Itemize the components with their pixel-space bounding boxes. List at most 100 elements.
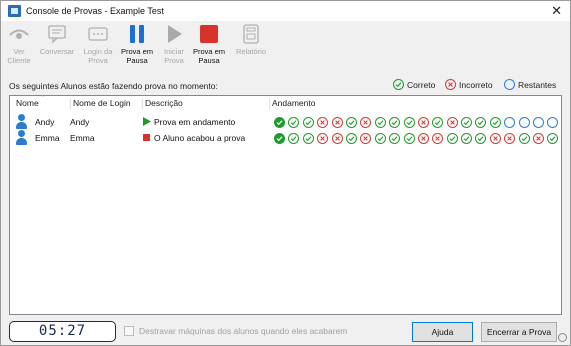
stop-exam-button[interactable]: Prova em Pausa bbox=[191, 23, 227, 65]
answer-correct-icon bbox=[345, 117, 357, 128]
answer-remaining-icon bbox=[504, 117, 516, 128]
answer-correct-icon bbox=[389, 133, 401, 144]
student-login: Emma bbox=[70, 133, 95, 143]
answer-incorrect-icon bbox=[417, 133, 429, 144]
student-login: Andy bbox=[70, 117, 90, 127]
legend-incorrect: Incorreto bbox=[445, 79, 493, 90]
column-divider[interactable] bbox=[70, 98, 71, 110]
student-name: Andy bbox=[35, 117, 55, 127]
answer-correct-icon bbox=[288, 133, 300, 144]
column-header-description[interactable]: Descrição bbox=[145, 98, 183, 108]
resize-grip-icon[interactable] bbox=[558, 333, 567, 342]
description-text: O Aluno acabou a prova bbox=[154, 133, 246, 143]
chat-button[interactable]: Conversar bbox=[37, 23, 77, 56]
column-header-login[interactable]: Nome de Login bbox=[73, 98, 131, 108]
stop-icon bbox=[191, 23, 227, 45]
table-row[interactable]: Emma Emma O Aluno acabou a prova bbox=[10, 130, 561, 147]
view-client-button[interactable]: Ver Cliente bbox=[1, 23, 37, 65]
answer-correct-icon bbox=[518, 133, 530, 144]
answer-current-icon bbox=[274, 117, 285, 128]
unlock-machines-option[interactable]: Destravar máquinas dos alunos quando ele… bbox=[124, 326, 347, 336]
answer-remaining-icon bbox=[518, 117, 530, 128]
answer-correct-icon bbox=[432, 117, 444, 128]
app-icon bbox=[8, 5, 21, 17]
answer-incorrect-icon bbox=[417, 117, 429, 128]
legend-correct-label: Correto bbox=[407, 79, 436, 90]
close-icon[interactable]: ✕ bbox=[551, 3, 562, 19]
answer-incorrect-icon bbox=[489, 133, 501, 144]
answer-correct-icon bbox=[345, 133, 357, 144]
column-header-progress[interactable]: Andamento bbox=[272, 98, 315, 108]
exam-console-window: Console de Provas - Example Test ✕ Ver C… bbox=[0, 0, 571, 346]
exam-login-button[interactable]: Login da Prova bbox=[80, 23, 116, 65]
answer-correct-icon bbox=[374, 133, 386, 144]
login-icon bbox=[80, 23, 116, 45]
window-title: Console de Provas - Example Test bbox=[26, 6, 164, 16]
end-exam-button[interactable]: Encerrar a Prova bbox=[481, 322, 557, 342]
answer-correct-icon bbox=[302, 117, 314, 128]
answer-correct-icon bbox=[389, 117, 401, 128]
start-exam-button[interactable]: Iniciar Prova bbox=[156, 23, 192, 65]
answer-correct-icon bbox=[403, 133, 415, 144]
play-status-icon bbox=[143, 117, 151, 126]
pause-exam-label: Prova em Pausa bbox=[120, 47, 154, 65]
answer-remaining-icon bbox=[533, 117, 545, 128]
progress-indicators bbox=[274, 133, 562, 144]
answer-incorrect-icon bbox=[360, 133, 372, 144]
answer-incorrect-icon bbox=[432, 133, 444, 144]
answer-correct-icon bbox=[461, 117, 473, 128]
user-icon bbox=[15, 114, 27, 130]
progress-indicators bbox=[274, 117, 562, 128]
sort-ascending-icon[interactable]: ⌃ bbox=[40, 94, 46, 102]
answer-incorrect-icon bbox=[360, 117, 372, 128]
student-description: Prova em andamento bbox=[143, 117, 235, 127]
help-button[interactable]: Ajuda bbox=[412, 322, 473, 342]
status-message: Os seguintes Alunos estão fazendo prova … bbox=[9, 81, 218, 91]
eye-icon bbox=[1, 23, 37, 45]
table-row[interactable]: Andy Andy Prova em andamento bbox=[10, 114, 561, 131]
answer-incorrect-icon bbox=[317, 133, 329, 144]
check-icon bbox=[393, 79, 404, 90]
answer-correct-icon bbox=[489, 117, 501, 128]
answer-correct-icon bbox=[446, 133, 458, 144]
toolbar: Ver Cliente Conversar Login da Prova Pro… bbox=[1, 21, 570, 71]
answer-incorrect-icon bbox=[317, 117, 329, 128]
empty-circle-icon bbox=[504, 79, 515, 90]
unlock-machines-checkbox[interactable] bbox=[124, 326, 134, 336]
legend-remaining-label: Restantes bbox=[518, 79, 557, 90]
answer-incorrect-icon bbox=[331, 133, 343, 144]
column-header-name[interactable]: Nome bbox=[16, 98, 39, 108]
stop-status-icon bbox=[143, 134, 150, 141]
exam-login-label: Login da Prova bbox=[83, 47, 113, 65]
column-divider[interactable] bbox=[142, 98, 143, 110]
legend-incorrect-label: Incorreto bbox=[459, 79, 493, 90]
user-icon bbox=[15, 130, 27, 146]
stop-exam-label: Prova em Pausa bbox=[192, 47, 226, 65]
answer-correct-icon bbox=[475, 133, 487, 144]
unlock-machines-label: Destravar máquinas dos alunos quando ele… bbox=[139, 326, 348, 336]
start-exam-label: Iniciar Prova bbox=[163, 47, 184, 65]
answer-correct-icon bbox=[475, 117, 487, 128]
answer-correct-icon bbox=[288, 117, 300, 128]
description-text: Prova em andamento bbox=[154, 117, 236, 127]
answer-correct-icon bbox=[547, 133, 559, 144]
pause-icon bbox=[119, 23, 155, 45]
view-client-label: Ver Cliente bbox=[7, 47, 31, 65]
report-icon bbox=[230, 23, 272, 45]
column-divider[interactable] bbox=[269, 98, 270, 110]
students-table: ⌃ Nome Nome de Login Descrição Andamento… bbox=[9, 95, 562, 315]
report-label: Relatório bbox=[235, 47, 266, 56]
answer-incorrect-icon bbox=[446, 117, 458, 128]
chat-label: Conversar bbox=[39, 47, 75, 56]
report-button[interactable]: Relatório bbox=[230, 23, 272, 56]
answer-correct-icon bbox=[403, 117, 415, 128]
answer-correct-icon bbox=[302, 133, 314, 144]
answer-correct-icon bbox=[374, 117, 386, 128]
answer-incorrect-icon bbox=[533, 133, 545, 144]
legend-remaining: Restantes bbox=[504, 79, 556, 90]
pause-exam-button[interactable]: Prova em Pausa bbox=[119, 23, 155, 65]
answer-incorrect-icon bbox=[504, 133, 516, 144]
legend-correct: Correto bbox=[393, 79, 435, 90]
answer-correct-icon bbox=[461, 133, 473, 144]
student-name: Emma bbox=[35, 133, 60, 143]
